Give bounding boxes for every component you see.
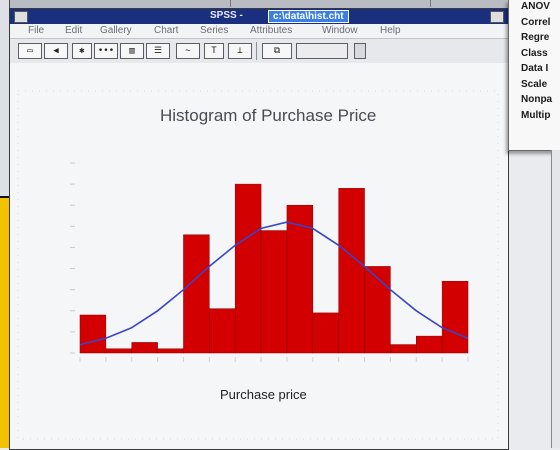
left-yellow-panel	[0, 198, 9, 448]
histogram-bar	[364, 266, 391, 354]
menu-window[interactable]: Window	[322, 25, 358, 36]
chart-area: Histogram of Purchase Price Purchase pri…	[10, 63, 508, 449]
interpolation-icon[interactable]: ∼	[176, 43, 200, 59]
histogram-bar	[157, 348, 184, 354]
menu-bar: File Edit Gallery Chart Series Attribute…	[10, 24, 508, 39]
histogram-bar	[338, 188, 365, 354]
histogram-bar	[260, 230, 288, 354]
menu-series[interactable]: Series	[200, 25, 228, 36]
menu-item-anova[interactable]: ANOV	[509, 1, 560, 17]
file-path: c:\data\hist.cht	[268, 10, 349, 23]
histogram-bar	[234, 183, 262, 354]
menu-item-scale[interactable]: Scale	[509, 79, 560, 95]
histogram-bar	[390, 344, 417, 354]
x-axis-label: Purchase price	[220, 387, 307, 402]
chart-title: Histogram of Purchase Price	[160, 106, 377, 125]
minimize-icon[interactable]	[490, 11, 504, 23]
histogram-bar	[79, 314, 107, 354]
back-arrow-icon[interactable]: ◀	[44, 43, 68, 59]
bar-style-icon[interactable]: ▥	[120, 43, 144, 59]
menu-item-data-reduction[interactable]: Data I	[509, 63, 560, 79]
title-bar[interactable]: SPSS - c:\data\hist.cht	[10, 9, 508, 24]
menu-chart[interactable]: Chart	[154, 25, 178, 36]
disabled-button	[296, 43, 348, 59]
menu-item-correlate[interactable]: Correl	[509, 17, 560, 33]
axis-icon[interactable]: ⊥	[228, 43, 252, 59]
swap-axes-icon[interactable]: ⧉	[262, 43, 292, 59]
background-window-strip	[0, 0, 510, 8]
marker-icon[interactable]: ✱	[72, 43, 92, 59]
chart-window: SPSS - c:\data\hist.cht File Edit Galler…	[9, 8, 509, 450]
line-style-icon[interactable]: •••	[94, 43, 118, 59]
background-cell	[180, 0, 231, 7]
dropdown-menu: ANOV Correl Regre Class Data I Scale Non…	[508, 0, 560, 151]
menu-item-regression[interactable]: Regre	[509, 32, 560, 48]
app-title: SPSS -	[210, 10, 243, 21]
menu-item-multiple[interactable]: Multip	[509, 110, 560, 126]
histogram-bar	[441, 280, 469, 354]
menu-item-nonparametric[interactable]: Nonpa	[509, 94, 560, 110]
histogram-bar	[105, 348, 132, 354]
menu-file[interactable]: File	[28, 25, 44, 36]
text-icon[interactable]: T	[204, 43, 224, 59]
histogram-bar	[312, 312, 339, 354]
histogram-bar	[131, 342, 158, 354]
histogram-bar	[416, 335, 443, 354]
histogram-bar	[183, 234, 210, 354]
histogram-bar	[209, 308, 236, 354]
menu-gallery[interactable]: Gallery	[100, 25, 132, 36]
toolbar: ▭ ◀ ✱ ••• ▥ ☰ ∼ T ⊥ ⧉	[10, 39, 508, 64]
disabled-button	[354, 43, 366, 59]
open-icon[interactable]: ▭	[18, 43, 42, 59]
right-background-window	[551, 150, 560, 448]
menu-attributes[interactable]: Attributes	[250, 25, 292, 36]
system-menu-icon[interactable]	[14, 11, 28, 23]
background-cell	[370, 0, 431, 7]
menu-edit[interactable]: Edit	[65, 25, 82, 36]
toolbar-separator	[256, 42, 257, 60]
menu-help[interactable]: Help	[380, 25, 401, 36]
menu-item-classify[interactable]: Class	[509, 48, 560, 64]
fill-pattern-icon[interactable]: ☰	[146, 43, 170, 59]
